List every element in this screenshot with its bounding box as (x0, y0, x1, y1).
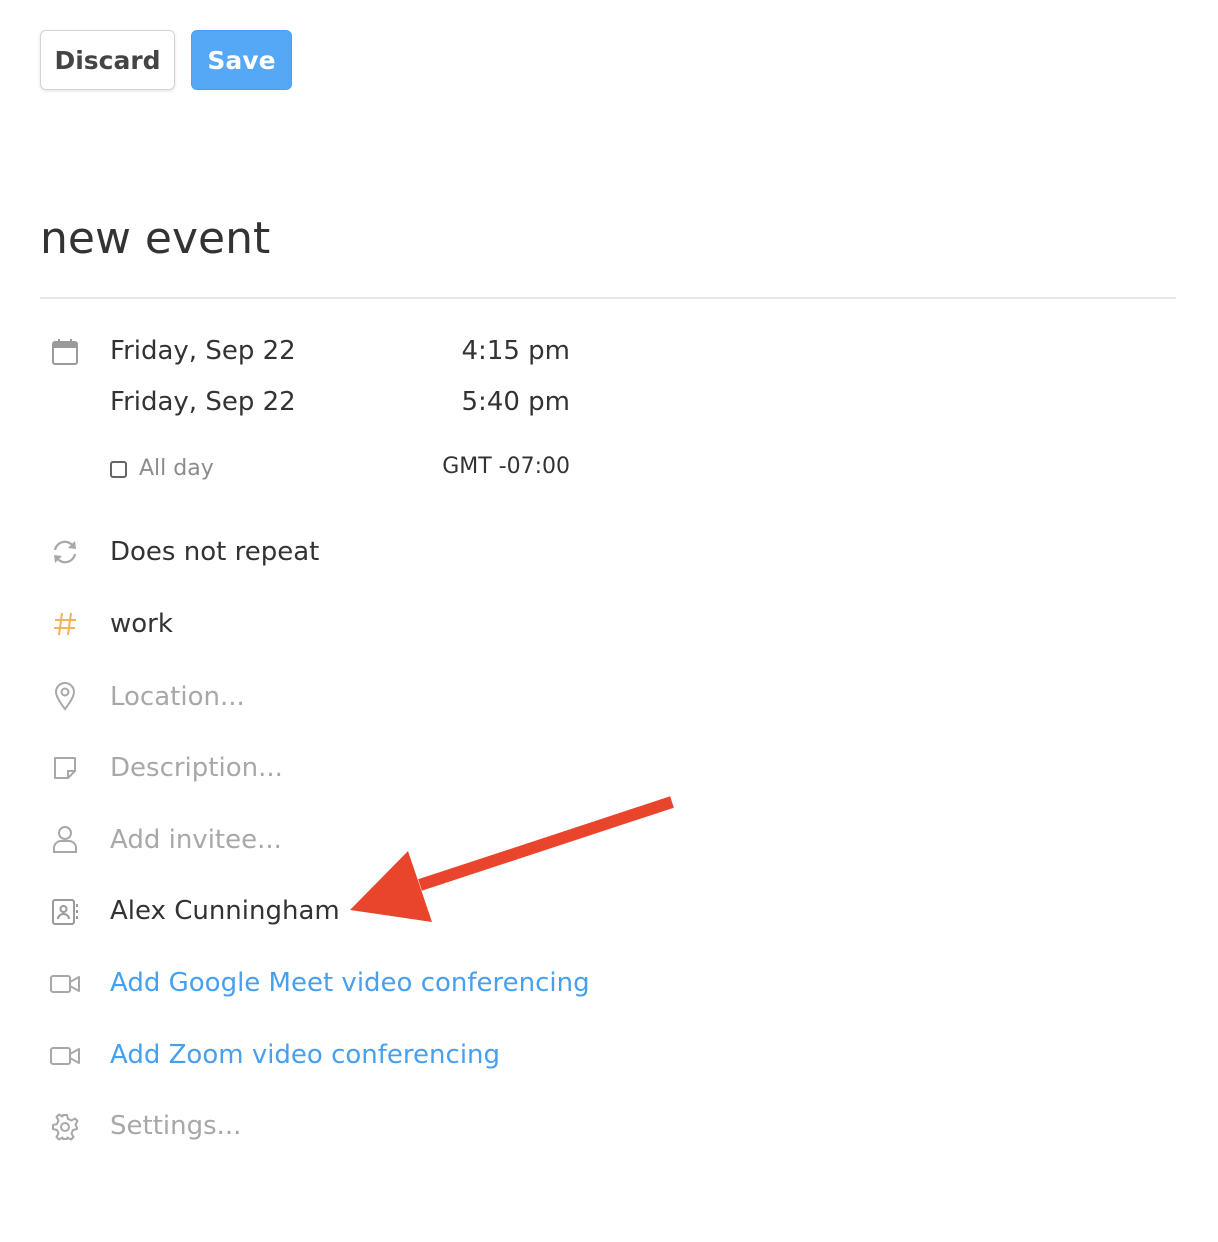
video-camera-icon (49, 1040, 81, 1072)
add-google-meet-link[interactable]: Add Google Meet video conferencing (110, 965, 590, 1001)
person-icon (49, 823, 81, 855)
add-zoom-link[interactable]: Add Zoom video conferencing (110, 1037, 500, 1073)
settings-input[interactable]: Settings... (110, 1108, 241, 1144)
timezone[interactable]: GMT -07:00 (442, 450, 570, 484)
event-title[interactable]: new event (40, 208, 270, 270)
add-invitee-input[interactable]: Add invitee... (110, 822, 282, 858)
description-input[interactable]: Description... (110, 750, 283, 786)
repeat-setting[interactable]: Does not repeat (110, 534, 319, 570)
video-camera-icon (49, 968, 81, 1000)
event-editor: Discard Save new event Friday, Sep 22 4:… (0, 0, 1218, 1242)
divider (40, 297, 1176, 299)
all-day-checkbox[interactable] (110, 460, 127, 478)
start-time[interactable]: 4:15 pm (462, 333, 570, 369)
save-button[interactable]: Save (191, 30, 292, 90)
all-day-label: All day (139, 456, 214, 481)
note-icon (49, 752, 81, 784)
calendar-icon (49, 336, 81, 368)
repeat-icon (49, 536, 81, 568)
location-pin-icon (49, 680, 81, 712)
end-time[interactable]: 5:40 pm (462, 384, 570, 420)
all-day-toggle[interactable]: All day (110, 452, 214, 486)
organizer-name[interactable]: Alex Cunningham (110, 893, 340, 929)
contact-card-icon (49, 896, 81, 928)
end-date[interactable]: Friday, Sep 22 (110, 384, 296, 420)
location-input[interactable]: Location... (110, 679, 245, 715)
hashtag-icon (49, 608, 81, 640)
discard-button[interactable]: Discard (40, 30, 175, 90)
start-date[interactable]: Friday, Sep 22 (110, 333, 296, 369)
gear-icon (49, 1111, 81, 1143)
tag-value[interactable]: work (110, 606, 173, 642)
